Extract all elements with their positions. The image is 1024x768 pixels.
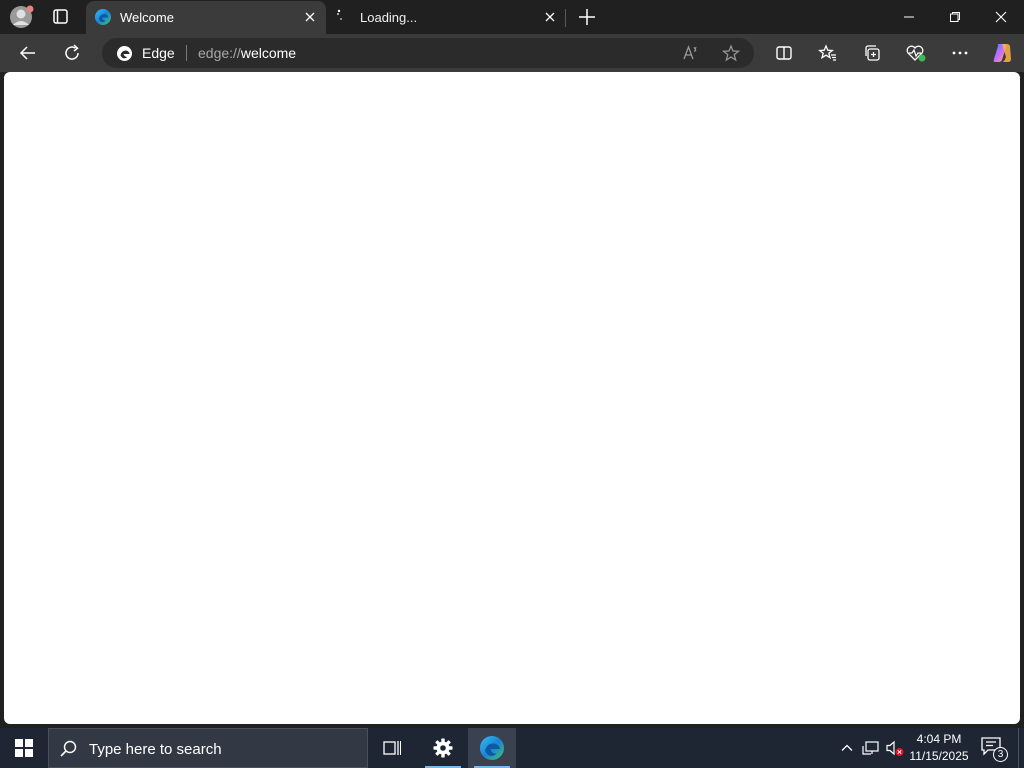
windows-start-icon[interactable] <box>0 728 48 768</box>
edge-taskbar-icon[interactable] <box>468 728 516 768</box>
url-scheme: edge:// <box>198 45 241 61</box>
tab-welcome[interactable]: Welcome <box>86 1 326 34</box>
refresh-icon[interactable] <box>58 39 86 67</box>
profile-avatar-icon[interactable] <box>8 4 36 30</box>
restore-icon[interactable] <box>932 0 978 34</box>
browser-toolbar: Edge edge://welcome <box>0 34 1024 72</box>
taskbar-search-box[interactable]: Type here to search <box>48 728 368 768</box>
title-bar: Welcome Loading... <box>0 0 1024 34</box>
loading-spinner-icon <box>334 8 352 26</box>
notification-count-badge: 3 <box>993 747 1008 762</box>
search-placeholder: Type here to search <box>89 741 222 758</box>
tab-title: Loading... <box>360 10 418 25</box>
split-screen-icon[interactable] <box>770 39 798 67</box>
favorite-star-icon[interactable] <box>720 42 742 64</box>
url-text[interactable]: edge://welcome <box>198 45 296 61</box>
copilot-icon[interactable] <box>988 39 1016 67</box>
edge-icon <box>94 8 112 26</box>
clock-date: 11/15/2025 <box>909 749 969 763</box>
favorites-icon[interactable] <box>814 39 842 67</box>
site-identity-label[interactable]: Edge <box>142 45 175 61</box>
tab-title: Welcome <box>120 10 174 25</box>
read-aloud-icon[interactable] <box>680 42 702 64</box>
collections-icon[interactable] <box>858 39 886 67</box>
task-view-icon[interactable] <box>368 728 416 768</box>
url-host: welcome <box>240 45 297 61</box>
search-icon <box>59 739 79 759</box>
web-content-area[interactable] <box>4 72 1020 724</box>
close-tab-icon[interactable] <box>542 9 558 25</box>
minimize-icon[interactable] <box>886 0 932 34</box>
close-tab-icon[interactable] <box>302 9 318 25</box>
edge-logo-icon <box>116 45 133 62</box>
chevron-up-icon[interactable] <box>837 738 857 758</box>
taskbar: Type here to search 4:04 PM 11/15/2025 3 <box>0 728 1024 768</box>
close-window-icon[interactable] <box>978 0 1024 34</box>
browser-essentials-icon[interactable] <box>902 39 930 67</box>
show-desktop-button[interactable] <box>1018 728 1024 768</box>
back-icon[interactable] <box>14 39 42 67</box>
system-clock[interactable]: 4:04 PM 11/15/2025 <box>905 731 973 765</box>
tab-actions-menu-icon[interactable] <box>46 5 74 29</box>
new-tab-icon[interactable] <box>575 5 599 29</box>
tab-separator <box>565 9 566 27</box>
more-icon[interactable] <box>946 39 974 67</box>
tab-loading[interactable]: Loading... <box>326 1 566 34</box>
volume-muted-icon[interactable] <box>885 738 905 758</box>
settings-icon[interactable] <box>419 728 467 768</box>
network-icon[interactable] <box>861 738 881 758</box>
address-bar[interactable]: Edge edge://welcome <box>102 38 754 68</box>
address-divider <box>186 45 187 61</box>
notification-center-icon[interactable]: 3 <box>980 736 1008 762</box>
clock-time: 4:04 PM <box>916 732 962 746</box>
